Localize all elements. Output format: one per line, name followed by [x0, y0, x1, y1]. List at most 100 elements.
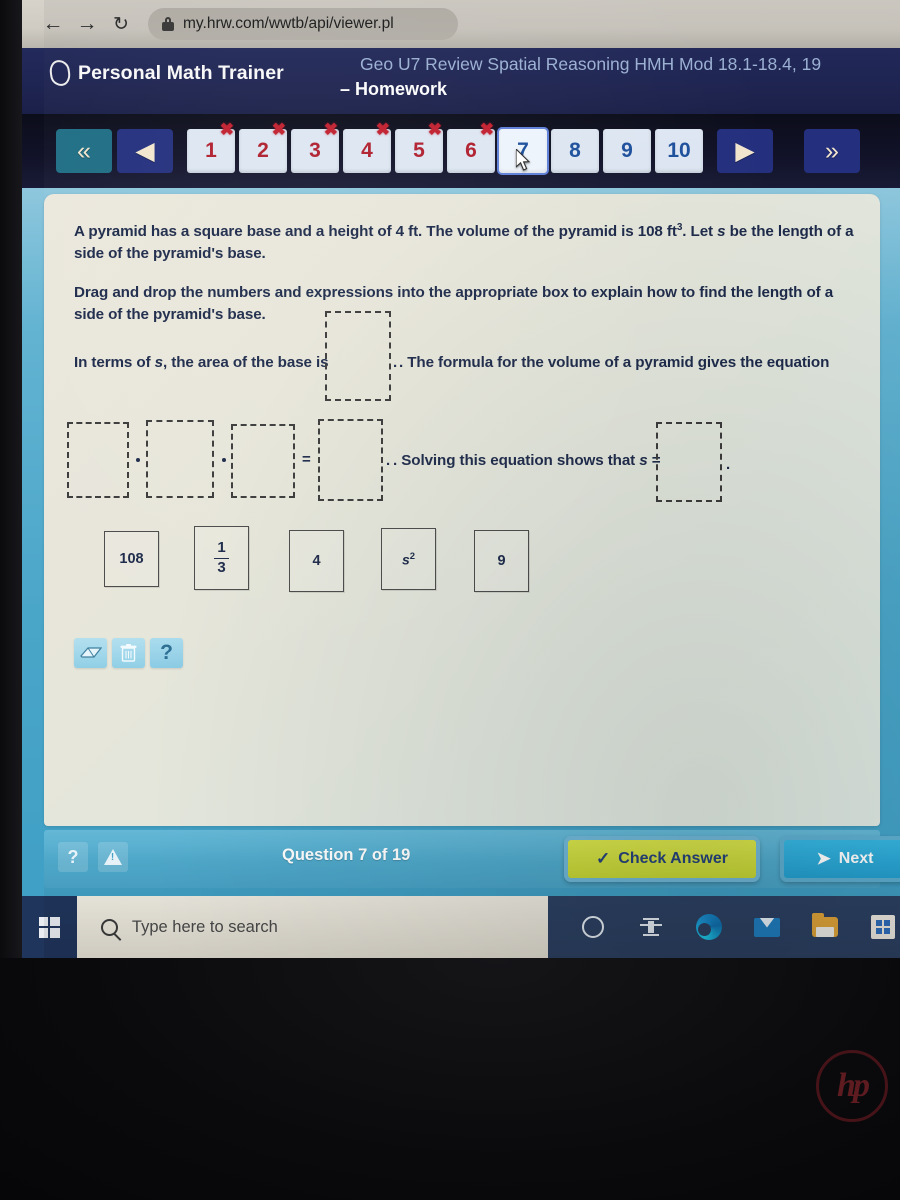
power-exponent: 2: [409, 550, 416, 562]
solution-s-dropzone[interactable]: [656, 422, 722, 502]
report-problem-button[interactable]: [98, 842, 128, 872]
question-number-button-1[interactable]: 1 ✖: [187, 121, 235, 173]
help-tool-button[interactable]: ?: [150, 638, 183, 668]
check-answer-button[interactable]: ✓ Check Answer: [564, 836, 760, 882]
reload-icon[interactable]: ↻: [104, 7, 138, 41]
app-header: Personal Math Trainer Geo U7 Review Spat…: [22, 48, 900, 114]
question-number-button-6[interactable]: 6 ✖: [447, 121, 495, 173]
question-number-label: 3: [309, 139, 321, 162]
double-arrow-left-icon: «: [77, 136, 91, 165]
last-question-button[interactable]: »: [804, 129, 860, 173]
equation-factor-1-dropzone[interactable]: [67, 422, 129, 498]
question-number-button-2[interactable]: 2 ✖: [239, 121, 287, 173]
question-number-button-7[interactable]: 7: [499, 129, 547, 173]
sentence-1-text-a: In terms of: [74, 354, 155, 371]
tile-label: 108: [119, 551, 144, 567]
search-input[interactable]: Type here to search: [132, 918, 278, 937]
assignment-subtitle: – Homework: [340, 79, 448, 99]
sentence-3-text: . Solving this equation shows that s =: [393, 452, 661, 469]
sentence-1-lead: In terms of s, the area of the base is: [74, 354, 329, 371]
next-question-button[interactable]: ▶: [717, 129, 773, 173]
equals-sign: =: [302, 451, 311, 468]
first-question-button[interactable]: «: [56, 129, 112, 173]
sentence-2-text: . The formula for the volume of a pyrami…: [399, 354, 830, 371]
brand: Personal Math Trainer: [48, 58, 284, 88]
incorrect-mark-icon: ✖: [323, 120, 338, 139]
tile-108[interactable]: 108: [104, 531, 159, 587]
question-number-label: 5: [413, 139, 425, 162]
back-icon[interactable]: ←: [36, 7, 70, 41]
question-number-label: 1: [205, 139, 217, 162]
lock-icon: [162, 17, 174, 31]
assignment-title: Geo U7 Review Spatial Reasoning HMH Mod …: [360, 54, 822, 74]
forward-icon[interactable]: →: [70, 7, 104, 41]
brand-title: Personal Math Trainer: [78, 61, 284, 84]
sentence-3-text-a: . Solving this equation shows that: [393, 452, 640, 469]
taskbar-icons: [548, 896, 900, 958]
question-number-label: 10: [667, 139, 691, 162]
incorrect-mark-icon: ✖: [479, 120, 494, 139]
screen-content: ← → ↻ my.hrw.com/wwtb/api/viewer.pl Pers…: [22, 0, 900, 958]
next-button[interactable]: ➤ Next: [780, 836, 900, 882]
taskbar-search-box[interactable]: Type here to search: [76, 896, 548, 958]
question-number-button-4[interactable]: 4 ✖: [343, 121, 391, 173]
check-answer-label: Check Answer: [618, 850, 728, 867]
app-body: A pyramid has a square base and a height…: [22, 188, 900, 958]
question-number-list: 1 ✖ 2 ✖ 3 ✖ 4 ✖ 5 ✖ 6 ✖ 7 8 9 10: [187, 121, 703, 173]
tile-4[interactable]: 4: [289, 530, 344, 592]
checkmark-icon: ✓: [596, 849, 611, 868]
tile-label: 9: [497, 553, 506, 569]
question-number-button-3[interactable]: 3 ✖: [291, 121, 339, 173]
question-number-button-9[interactable]: 9: [603, 129, 651, 173]
laptop-screen-photo: ← → ↻ my.hrw.com/wwtb/api/viewer.pl Pers…: [0, 0, 900, 1200]
help-button[interactable]: ?: [58, 842, 88, 872]
question-mark-icon: ?: [67, 846, 79, 867]
question-number-button-10[interactable]: 10: [655, 129, 703, 173]
eraser-tool-button[interactable]: [74, 638, 107, 668]
period-after-solution: .: [726, 456, 731, 473]
arrow-right-icon: ▶: [735, 136, 755, 165]
area-of-base-dropzone[interactable]: [325, 311, 391, 401]
laptop-bezel-bottom: [0, 958, 900, 1200]
incorrect-mark-icon: ✖: [271, 120, 286, 139]
previous-question-button[interactable]: ◀: [117, 129, 173, 173]
incorrect-mark-icon: ✖: [375, 120, 390, 139]
pmt-leaf-logo-icon: [48, 58, 72, 88]
power-expression: s2: [402, 551, 415, 568]
task-view-icon[interactable]: [634, 910, 668, 944]
microsoft-edge-icon[interactable]: [692, 910, 726, 944]
sentence-3-variable: s: [639, 452, 648, 469]
power-base: s: [401, 551, 410, 568]
microsoft-store-icon[interactable]: [866, 910, 900, 944]
cortana-icon[interactable]: [576, 910, 610, 944]
address-bar-url: my.hrw.com/wwtb/api/viewer.pl: [183, 15, 394, 32]
period-after-area: .: [393, 354, 398, 371]
arrow-left-icon: ◀: [135, 136, 155, 165]
question-number-button-5[interactable]: 5 ✖: [395, 121, 443, 173]
question-number-label: 9: [621, 139, 633, 162]
question-number-button-8[interactable]: 8: [551, 129, 599, 173]
incorrect-mark-icon: ✖: [427, 120, 442, 139]
eraser-icon: [79, 647, 102, 658]
question-number-label: 7: [517, 139, 529, 162]
hp-logo: hp: [816, 1050, 888, 1122]
tile-label: 4: [312, 553, 321, 569]
incorrect-mark-icon: ✖: [219, 120, 234, 139]
double-arrow-right-icon: »: [825, 136, 839, 165]
fraction-numerator: 1: [217, 538, 226, 556]
question-mark-icon: ?: [160, 641, 173, 664]
question-navigator: « ◀ 1 ✖ 2 ✖ 3 ✖ 4 ✖ 5 ✖ 6 ✖ 7 8 9 10 ▶ »: [22, 114, 900, 188]
equation-factor-2-dropzone[interactable]: [146, 420, 214, 498]
trash-tool-button[interactable]: [112, 638, 145, 668]
file-explorer-icon[interactable]: [808, 910, 842, 944]
equation-factor-3-dropzone[interactable]: [231, 424, 295, 498]
tile-s-squared[interactable]: s2: [381, 528, 436, 590]
mail-icon[interactable]: [750, 910, 784, 944]
tile-9[interactable]: 9: [474, 530, 529, 592]
tile-one-third[interactable]: 13: [194, 526, 249, 590]
start-button[interactable]: [22, 896, 77, 958]
address-bar[interactable]: my.hrw.com/wwtb/api/viewer.pl: [148, 8, 458, 40]
action-bar: ? Question 7 of 19 ✓ Check Answer ➤ Next: [44, 830, 900, 888]
arrow-right-icon: ➤: [816, 849, 831, 868]
equation-result-dropzone[interactable]: [318, 419, 383, 501]
